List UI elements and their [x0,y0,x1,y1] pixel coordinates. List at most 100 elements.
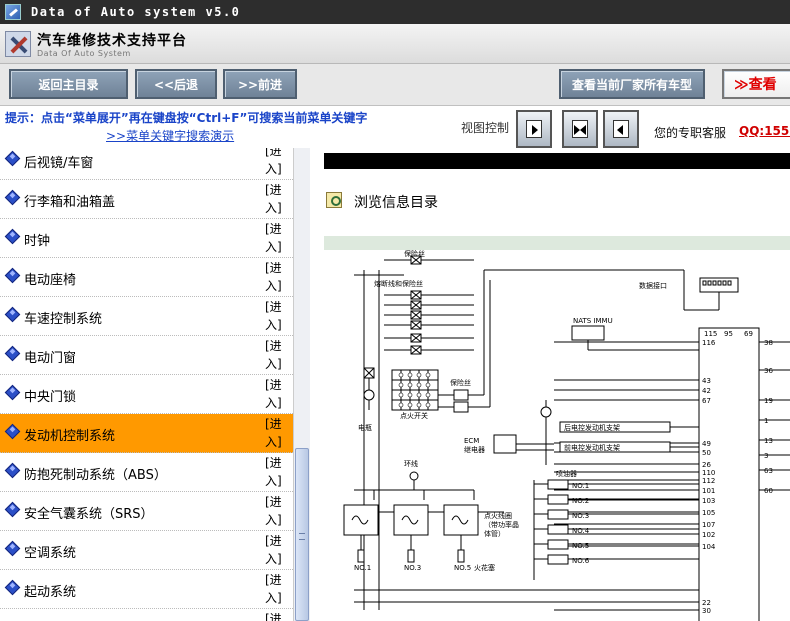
wiring-diagram: 保险丝 熔断线和保险丝 电瓶 点火开关 保险丝 数据接口 NATS IMMU 115 95 69 1… [324,250,790,621]
spark-plug [457,549,465,563]
sidebar: 后视镜/车窗 [进入] 行李箱和油箱盖 [进入] 时钟 [进入] 电动座椅 [进入] 车速控制系… [0,148,310,621]
menu-item[interactable]: 起动系统 [进入] [0,570,293,609]
app-subtitle: Data Of Auto System [37,49,131,58]
title-bar: Data of Auto system v5.0 [0,0,790,24]
injector-label: NO.2 [572,497,589,505]
diamond-bullet-icon [4,345,21,362]
menu-item-enter-link[interactable]: [进入] [265,337,287,373]
menu-item[interactable]: 中央门锁 [进入] [0,375,293,414]
content-pane: 浏览信息目录 保险丝 熔断线和保险丝 电瓶 点火开关 保险丝 数据接口 NATS IMMU 1… [310,148,790,621]
view-expand-right-button[interactable] [516,110,552,148]
switch-contact [425,402,431,408]
menu-item-label: 行李箱和油箱盖 [24,195,116,210]
ring-wire [409,471,419,481]
menu-item[interactable]: 后视镜/车窗 [进入] [0,148,293,180]
ignition-coil [343,504,379,536]
back-button[interactable]: <<后退 [135,69,217,99]
back-to-main-button[interactable]: 返回主目录 [9,69,128,99]
menu-item-label: 起动系统 [24,585,77,600]
all-models-button[interactable]: 查看当前厂家所有车型 [559,69,705,99]
spark-label: 火花塞 [474,563,495,572]
ecm-pin-label: 102 [702,531,715,539]
ring-label: 环线 [404,459,418,468]
menu-item-enter-link[interactable]: [进入] [265,148,287,178]
menu-item-enter-link[interactable]: [进 [265,610,287,621]
nats-label: NATS IMMU [573,317,613,325]
fuse-link-label: 熔断线和保险丝 [374,279,423,288]
view-expand-left-button[interactable] [603,110,639,148]
diamond-bullet-icon [4,306,21,323]
rear-mount-label: 后电控发动机支架 [564,423,620,432]
switch-contact [416,372,422,378]
view-split-button[interactable] [562,110,598,148]
spark-plug [357,549,365,563]
menu-item[interactable]: 行李箱和油箱盖 [进入] [0,180,293,219]
diamond-bullet-icon [4,423,21,440]
data-port-pin [727,280,732,286]
search-demo-link[interactable]: >>菜单关键字搜索演示 [106,127,234,144]
coil-label: （带功率晶 [484,520,519,529]
forward-button[interactable]: >>前进 [223,69,297,99]
menu-item-enter-link[interactable]: [进入] [265,376,287,412]
support-label: 您的专职客服 [654,126,727,140]
fuse2b [453,401,469,413]
injector [547,554,569,565]
switch-contact [398,382,404,388]
switch-contact [425,372,431,378]
coil-label: 体管） [484,529,505,538]
menu-item-enter-link[interactable]: [进入] [265,220,287,256]
menu-item[interactable]: 发动机控制系统 [进入] [0,414,293,453]
ecm-pin-label: 112 [702,477,715,485]
ecm-pin-label: 69 [744,330,753,338]
menu-item-label: 安全气囊系统（SRS） [24,507,154,522]
window-title: Data of Auto system v5.0 [31,5,241,19]
browse-title: 浏览信息目录 [354,195,438,211]
menu-item-enter-link[interactable]: [进入] [265,571,287,607]
menu-item-enter-link[interactable]: [进入] [265,181,287,217]
menu-item[interactable]: 空调系统 [进入] [0,531,293,570]
switch-contact [407,372,413,378]
menu-item[interactable]: 电动门窗 [进入] [0,336,293,375]
ignition-coil [443,504,479,536]
content-header-bar [324,153,790,169]
menu-item-enter-link[interactable]: [进入] [265,493,287,529]
menu-item-enter-link[interactable]: [进入] [265,298,287,334]
data-port-pin [717,280,722,286]
wiring-diagram-svg: 保险丝熔断线和保险丝电瓶点火开关保险丝数据接口NATS IMMU115 95 691… [343,250,790,621]
menu-item-enter-link[interactable]: [进入] [265,415,287,451]
hint-text: 提示：点击“菜单展开”再在键盘按“Ctrl+F”可搜索当前菜单关键字 [5,111,368,125]
support-qq-link[interactable]: QQ:1553 [739,124,790,138]
menu-item-label: 后视镜/车窗 [24,156,94,171]
diamond-bullet-icon [4,384,21,401]
menu-item[interactable]: 安全气囊系统（SRS） [进入] [0,492,293,531]
scrollbar-thumb[interactable] [295,448,309,621]
menu-list: 后视镜/车窗 [进入] 行李箱和油箱盖 [进入] 时钟 [进入] 电动座椅 [进入] 车速控制系… [0,148,293,621]
menu-item-enter-link[interactable]: [进入] [265,532,287,568]
ecm-pin-label: 38 [764,339,773,347]
view-more-button[interactable]: ≫查看 [722,69,790,99]
arrow-left-icon [613,120,629,138]
ecm-pin-label: 60 [764,487,773,495]
menu-item[interactable]: [进 [0,609,293,621]
switch-contact [425,392,431,398]
menu-item[interactable]: 车速控制系统 [进入] [0,297,293,336]
ecm-pin-label: 116 [702,339,716,347]
switch-contact [407,382,413,388]
ecm-pin-label: 13 [764,437,773,445]
arrow-right-icon [526,120,542,138]
menu-item-label: 车速控制系统 [24,312,103,327]
ecm-pin-label: 67 [702,397,711,405]
battery-terminal [363,389,375,401]
menu-item-enter-link[interactable]: [进入] [265,259,287,295]
injector [547,509,569,520]
ecm-pin-label: 50 [702,449,711,457]
ecm-pin-label: 103 [702,497,715,505]
tools-icon [5,31,31,57]
menu-item-enter-link[interactable]: [进入] [265,454,287,490]
menu-item[interactable]: 电动座椅 [进入] [0,258,293,297]
ecm-relay-label: 继电器 [464,445,485,454]
sidebar-scrollbar[interactable] [293,148,310,621]
menu-item[interactable]: 时钟 [进入] [0,219,293,258]
content-divider [324,236,790,250]
menu-item[interactable]: 防抱死制动系统（ABS） [进入] [0,453,293,492]
